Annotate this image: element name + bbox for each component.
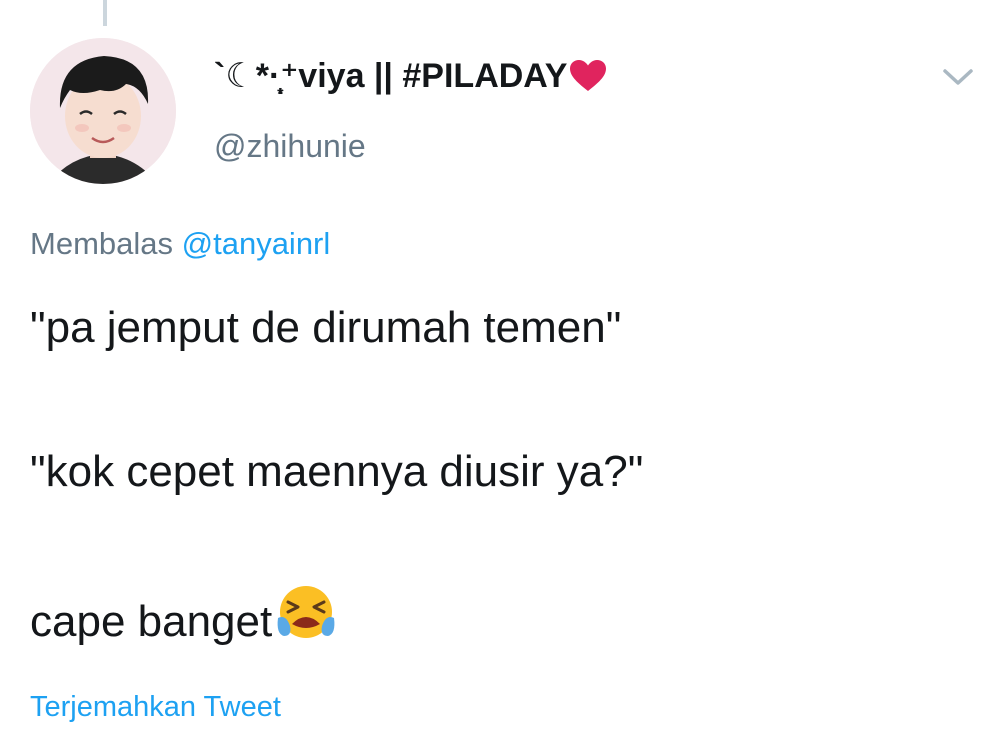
author-handle[interactable]: @zhihunie: [214, 124, 366, 168]
more-options-button[interactable]: [938, 60, 978, 94]
loudly-crying-face-icon: [274, 584, 338, 662]
tweet-text-line: "pa jemput de dirumah temen": [30, 303, 622, 352]
tweet-text-line: "kok cepet maennya diusir ya?": [30, 447, 644, 496]
pink-heart-icon: [569, 59, 607, 104]
reply-context: Membalas @tanyainrl: [30, 222, 330, 266]
tweet-text-line-last: cape banget: [30, 584, 970, 648]
tweet-body: "pa jemput de dirumah temen" "kok cepet …: [30, 296, 970, 648]
tweet-text-content: cape banget: [30, 597, 273, 646]
translate-tweet-link[interactable]: Terjemahkan Tweet: [30, 686, 281, 728]
tweet-card: `☾*·̩͙⁺viya || #PILADAY @zhihunie Membal…: [0, 0, 1000, 749]
chevron-down-icon: [943, 69, 973, 85]
display-name-text: `☾*·̩͙⁺viya || #PILADAY: [214, 57, 568, 95]
reply-mention-link[interactable]: @tanyainrl: [182, 226, 331, 261]
reply-prefix: Membalas: [30, 226, 173, 261]
thread-connector-line: [103, 0, 107, 26]
avatar[interactable]: [30, 38, 176, 184]
author-display-name[interactable]: `☾*·̩͙⁺viya || #PILADAY: [214, 54, 607, 104]
profile-photo-icon: [30, 38, 176, 184]
